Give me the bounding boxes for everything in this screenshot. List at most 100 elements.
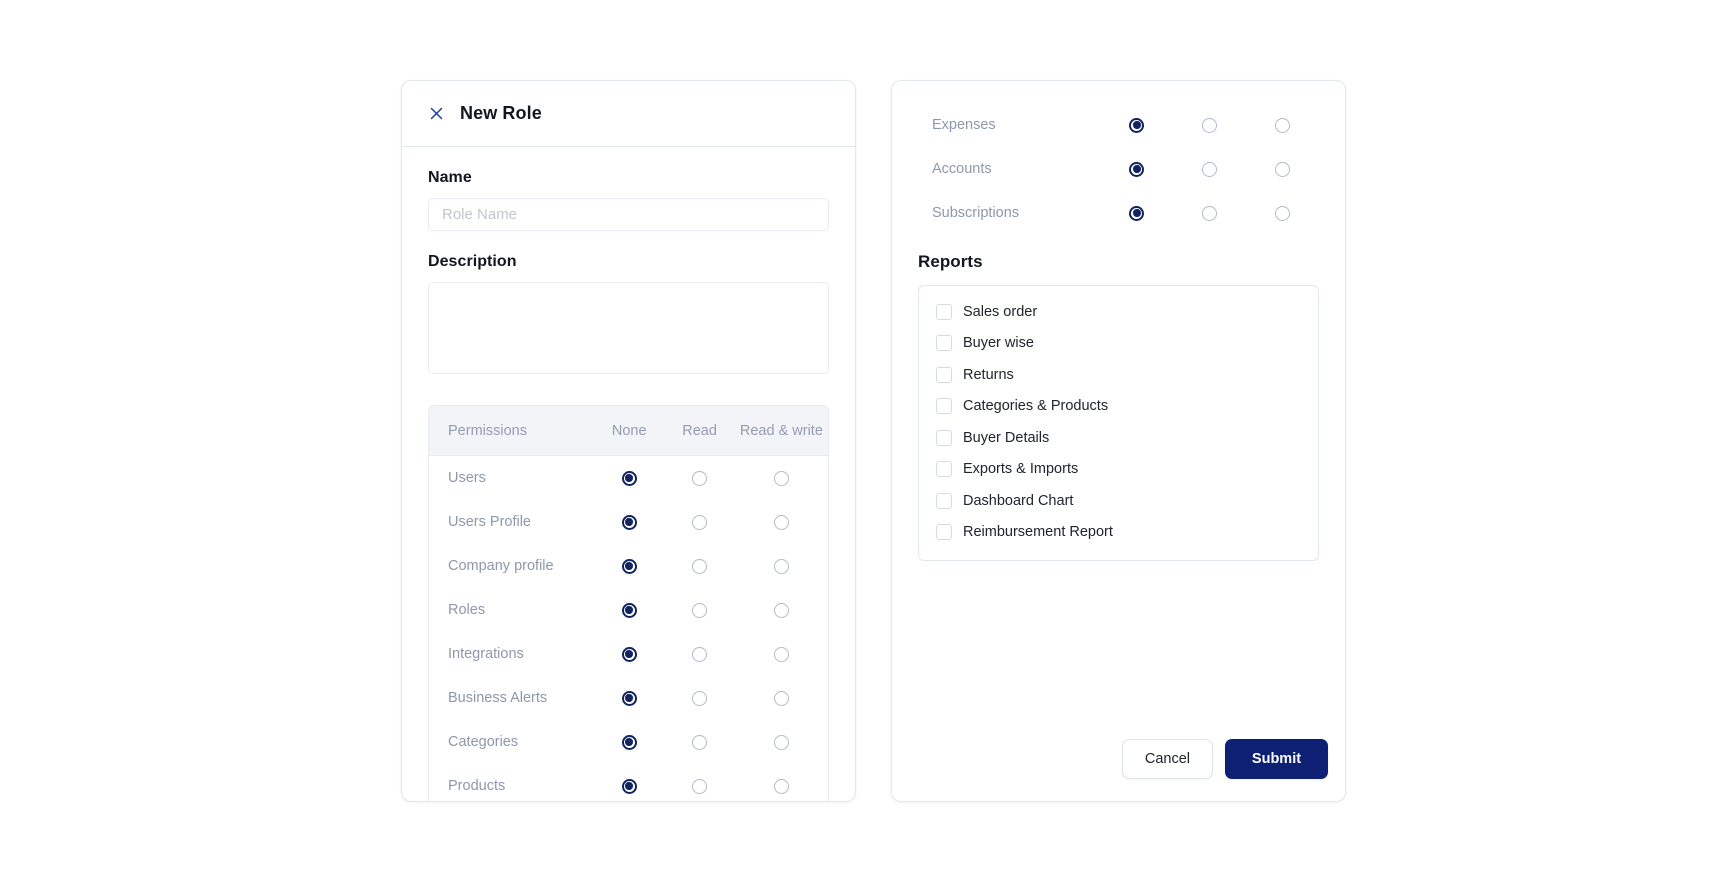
list-item[interactable]: Returns bbox=[919, 359, 1318, 391]
permission-cell-read-write bbox=[735, 778, 828, 794]
report-checkbox[interactable] bbox=[936, 492, 952, 509]
report-checkbox[interactable] bbox=[936, 335, 952, 352]
permission-name: Categories bbox=[448, 734, 519, 750]
radio-read-write[interactable] bbox=[773, 470, 789, 486]
column-header-none: None bbox=[611, 422, 647, 439]
report-label: Reimbursement Report bbox=[963, 524, 1113, 541]
radio-read-write[interactable] bbox=[773, 690, 789, 706]
table-row: Categories bbox=[429, 720, 828, 764]
permission-name: Integrations bbox=[448, 646, 524, 662]
radio-read-write[interactable] bbox=[773, 558, 789, 574]
radio-read-write[interactable] bbox=[773, 602, 789, 618]
permission-name: Subscriptions bbox=[932, 205, 1020, 221]
panel-header: New Role bbox=[402, 81, 855, 147]
radio-none[interactable] bbox=[1129, 161, 1145, 177]
radio-read-write[interactable] bbox=[773, 734, 789, 750]
permission-name: Company profile bbox=[448, 558, 554, 574]
permission-cell-none bbox=[594, 470, 664, 486]
permission-cell-read bbox=[664, 470, 734, 486]
radio-read-write[interactable] bbox=[1275, 205, 1291, 221]
table-row: Users bbox=[429, 456, 828, 500]
table-row: Expenses bbox=[918, 103, 1319, 147]
panel-body: Name Description Permissions None Read Read… bbox=[402, 147, 855, 801]
list-item[interactable]: Buyer wise bbox=[919, 328, 1318, 360]
radio-none[interactable] bbox=[1129, 205, 1145, 221]
permission-cell-read bbox=[664, 558, 734, 574]
permission-name: Roles bbox=[448, 602, 486, 618]
submit-button[interactable]: Submit bbox=[1225, 739, 1328, 779]
cancel-button[interactable]: Cancel bbox=[1121, 739, 1213, 779]
radio-none[interactable] bbox=[621, 470, 637, 486]
permission-cell-read-write bbox=[1246, 161, 1319, 177]
permission-cell-none bbox=[594, 558, 664, 574]
list-item[interactable]: Sales order bbox=[919, 296, 1318, 328]
radio-read[interactable] bbox=[1202, 205, 1218, 221]
radio-read[interactable] bbox=[692, 558, 708, 574]
permission-name: Products bbox=[448, 778, 506, 794]
report-label: Categories & Products bbox=[963, 398, 1109, 415]
radio-none[interactable] bbox=[621, 602, 637, 618]
radio-read-write[interactable] bbox=[773, 778, 789, 794]
permission-cell-read-write bbox=[735, 558, 828, 574]
list-item[interactable]: Exports & Imports bbox=[919, 454, 1318, 486]
table-row: Business Alerts bbox=[429, 676, 828, 720]
permission-cell-read-write bbox=[735, 470, 828, 486]
permission-cell-none bbox=[594, 778, 664, 794]
radio-read[interactable] bbox=[692, 690, 708, 706]
report-checkbox[interactable] bbox=[936, 524, 952, 541]
radio-read-write[interactable] bbox=[773, 646, 789, 662]
permission-name: Business Alerts bbox=[448, 690, 548, 706]
report-label: Buyer Details bbox=[963, 429, 1050, 446]
radio-none[interactable] bbox=[1129, 117, 1145, 133]
radio-read-write[interactable] bbox=[1275, 161, 1291, 177]
radio-read[interactable] bbox=[1202, 161, 1218, 177]
report-checkbox[interactable] bbox=[936, 303, 952, 320]
permission-cell-read bbox=[664, 514, 734, 530]
permission-name: Expenses bbox=[932, 117, 996, 133]
permission-cell-read-write bbox=[735, 690, 828, 706]
panel-footer: Cancel Submit bbox=[1121, 739, 1328, 779]
permission-cell-read bbox=[664, 734, 734, 750]
radio-read[interactable] bbox=[692, 734, 708, 750]
radio-read-write[interactable] bbox=[1275, 117, 1291, 133]
list-item[interactable]: Categories & Products bbox=[919, 391, 1318, 423]
description-textarea[interactable] bbox=[428, 282, 829, 374]
permission-cell-read-write bbox=[1246, 205, 1319, 221]
list-item[interactable]: Reimbursement Report bbox=[919, 517, 1318, 549]
close-icon[interactable] bbox=[428, 105, 445, 122]
permission-cell-read-write bbox=[735, 734, 828, 750]
report-label: Exports & Imports bbox=[963, 461, 1079, 478]
radio-none[interactable] bbox=[621, 514, 637, 530]
radio-read[interactable] bbox=[1202, 117, 1218, 133]
app-root: New Role Name Description Permissions Non… bbox=[0, 0, 1734, 876]
report-checkbox[interactable] bbox=[936, 461, 952, 478]
radio-none[interactable] bbox=[621, 690, 637, 706]
radio-read[interactable] bbox=[692, 778, 708, 794]
new-role-panel: New Role Name Description Permissions Non… bbox=[401, 80, 856, 802]
report-checkbox[interactable] bbox=[936, 366, 952, 383]
radio-none[interactable] bbox=[621, 646, 637, 662]
report-checkbox[interactable] bbox=[936, 429, 952, 446]
role-name-input[interactable] bbox=[428, 198, 829, 231]
permission-cell-none bbox=[1100, 205, 1173, 221]
report-label: Sales order bbox=[963, 303, 1038, 320]
permission-cell-read bbox=[664, 690, 734, 706]
radio-read[interactable] bbox=[692, 514, 708, 530]
column-header-read: Read bbox=[682, 422, 717, 439]
report-checkbox[interactable] bbox=[936, 398, 952, 415]
permission-cell-read-write bbox=[735, 514, 828, 530]
radio-read[interactable] bbox=[692, 470, 708, 486]
radio-none[interactable] bbox=[621, 778, 637, 794]
permission-cell-none bbox=[594, 734, 664, 750]
radio-read-write[interactable] bbox=[773, 514, 789, 530]
radio-read[interactable] bbox=[692, 602, 708, 618]
page-title: New Role bbox=[460, 103, 542, 123]
radio-read[interactable] bbox=[692, 646, 708, 662]
list-item[interactable]: Dashboard Chart bbox=[919, 485, 1318, 517]
permission-cell-read bbox=[1173, 205, 1246, 221]
list-item[interactable]: Buyer Details bbox=[919, 422, 1318, 454]
permissions-table-header: Permissions None Read Read & write bbox=[429, 406, 828, 456]
radio-none[interactable] bbox=[621, 734, 637, 750]
permission-cell-none bbox=[1100, 161, 1173, 177]
radio-none[interactable] bbox=[621, 558, 637, 574]
